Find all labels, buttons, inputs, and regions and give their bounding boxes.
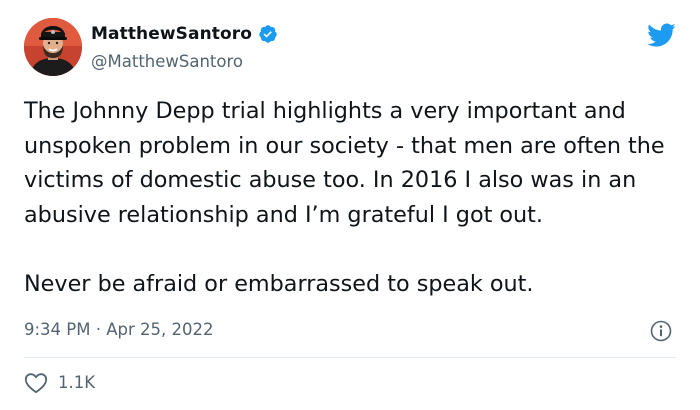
author-display-name[interactable]: MatthewSantoro <box>91 24 252 44</box>
avatar[interactable] <box>24 18 82 76</box>
tweet-card: MatthewSantoro @MatthewSantoro The Johnn… <box>0 0 700 410</box>
author-name-row: MatthewSantoro <box>91 24 278 44</box>
tweet-text: The Johnny Depp trial highlights a very … <box>24 94 684 301</box>
info-icon[interactable] <box>650 320 672 342</box>
heart-icon[interactable] <box>24 372 48 394</box>
tweet-timestamp[interactable]: 9:34 PM · Apr 25, 2022 <box>24 319 213 341</box>
verified-badge-icon <box>258 24 278 44</box>
divider <box>24 357 676 358</box>
avatar-image <box>24 18 82 76</box>
tweet-paragraph: The Johnny Depp trial highlights a very … <box>24 98 665 228</box>
like-count: 1.1K <box>58 373 96 392</box>
tweet-paragraph: Never be afraid or embarrassed to speak … <box>24 270 534 297</box>
like-action[interactable]: 1.1K <box>24 372 95 394</box>
author-handle[interactable]: @MatthewSantoro <box>91 52 243 72</box>
twitter-bird-icon[interactable] <box>646 22 676 48</box>
